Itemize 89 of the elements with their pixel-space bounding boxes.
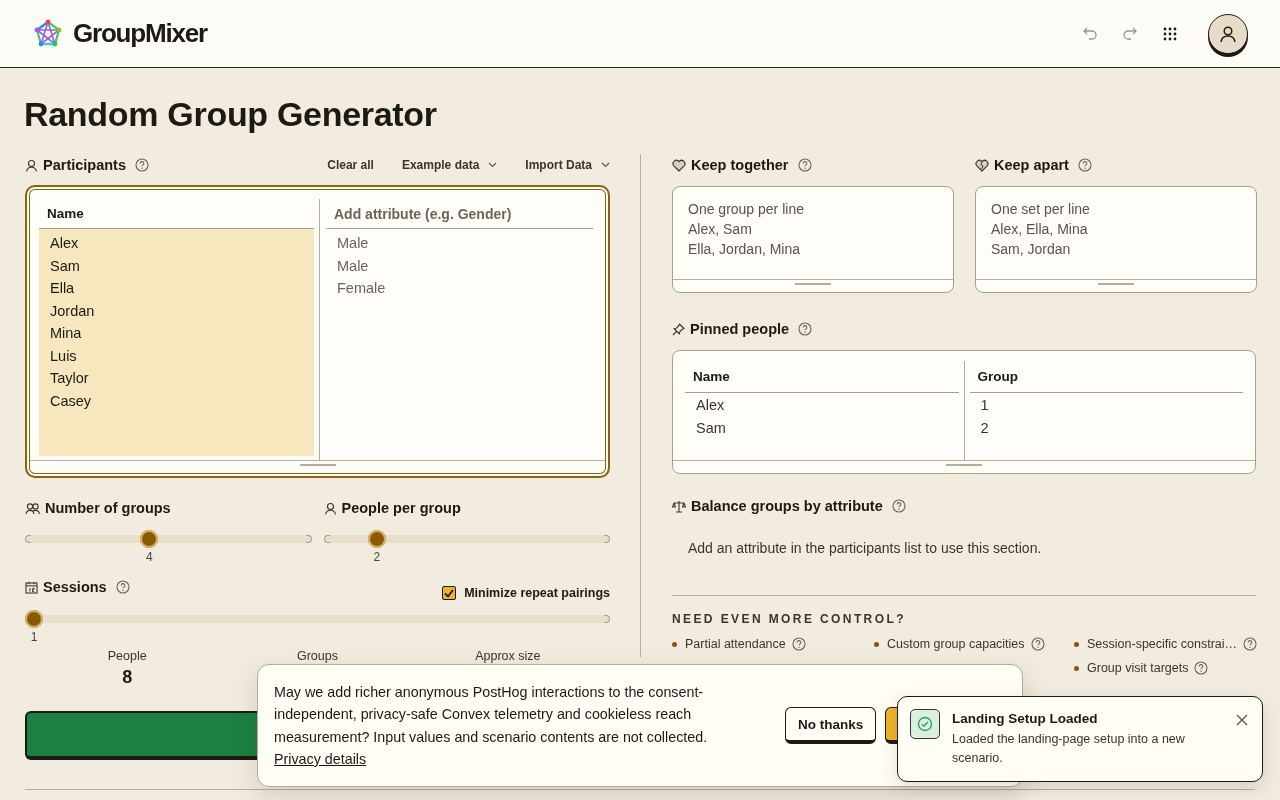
help-icon[interactable] [798,322,813,336]
section-heading: NEED EVEN MORE CONTROL? [672,612,907,626]
text-area[interactable]: One set per line Alex, Ella, Mina Sam, Jordan [975,186,1257,293]
participants-table[interactable]: Name Alex Sam Ella Jordan Mina Luis Taylor Casey Add attribute (e.g. Gender) Male Male Female [25,185,610,478]
help-icon[interactable] [1030,637,1045,651]
toolbar-button[interactable]: Example data [401,158,498,172]
checkbox[interactable] [442,586,457,600]
heart-icon [672,158,686,172]
name-entry[interactable]: Taylor [50,367,303,390]
table-cell[interactable]: 2 [969,416,1243,439]
name-entry[interactable]: Luis [50,344,303,367]
stat-label: Groups [296,649,339,663]
attribute-field[interactable]: Add attribute (e.g. Gender) [326,199,593,229]
chevron-down-icon [601,162,610,168]
privacy-link[interactable]: Privacy details [274,751,367,767]
toolbar-button[interactable]: Clear all [327,158,374,172]
brand-name: GroupMixer [73,18,207,49]
slider-track[interactable] [25,530,312,548]
bullet-icon [1074,665,1079,671]
help-icon[interactable] [115,580,130,594]
slider-value: 2 [372,550,382,564]
broken-heart-icon [975,158,989,172]
stat-label: People [106,649,148,663]
name-entry[interactable]: Sam [50,254,303,277]
table-cell[interactable]: Sam [685,416,959,439]
name-entry[interactable]: Mina [50,322,303,345]
person-icon [323,501,337,515]
slider-thumb[interactable] [367,530,386,548]
logo-icon [33,18,63,49]
bullet-icon [672,641,677,647]
consent-text: May we add richer anonymous PostHog interactions to the consent-independent, privacy-safe Convex telemetry and cookieless reach measurement? Input values and scenario contents are not collected. Privacy details [274,682,709,769]
text-area[interactable]: One group per line Alex, Sam Ella, Jordan, Mina [672,186,954,293]
chevron-down-icon [488,162,498,168]
slider-track[interactable] [323,530,610,548]
section-label: Balance groups by attribute [691,498,883,514]
info-text: Add an attribute in the participants list to use this section. [687,539,1043,558]
account-button[interactable] [1208,13,1248,54]
calendar-icon [25,580,38,594]
people-icon [25,501,40,515]
toolbar-button[interactable]: Import Data [525,158,610,172]
attribute-value[interactable]: Male [337,254,582,277]
table-cell[interactable]: 1 [969,394,1243,417]
help-icon[interactable] [891,499,906,513]
slider-value: 1 [29,630,39,644]
help-icon[interactable] [135,158,149,172]
column-header: Name [685,361,959,393]
generate-button[interactable] [25,711,257,760]
person-icon [25,158,38,172]
pin-icon [672,322,685,336]
section-label: Keep together [691,157,789,173]
slider-value: 4 [145,550,154,564]
help-icon[interactable] [1077,158,1092,172]
name-entry[interactable]: Casey [50,389,303,412]
column-header: Group [969,361,1243,393]
feature-link[interactable]: Custom group capacities [887,637,1025,651]
section-label: Pinned people [690,321,790,337]
bullet-icon [874,641,879,647]
section-label: Keep apart [994,157,1069,173]
help-icon[interactable] [1243,637,1258,651]
person-icon [1219,24,1237,43]
section-label: Sessions [43,579,107,595]
name-entry[interactable]: Ella [50,277,303,300]
feature-link[interactable]: Session-specific constrai… [1087,637,1238,651]
toast-message: Loaded the landing-page setup into a new scenario. [952,731,1186,767]
bullet-icon [1074,641,1079,647]
stat-label: Approx size [474,649,542,663]
help-icon[interactable] [797,158,812,172]
section-label: People per group [341,500,461,516]
checkbox-label: Minimize repeat pairings [464,586,610,600]
help-icon[interactable] [1194,661,1209,675]
name-entry[interactable]: Jordan [50,299,303,322]
scale-icon [672,499,686,513]
slider-thumb[interactable] [25,610,43,628]
feature-link[interactable]: Group visit targets [1087,661,1189,675]
table-cell[interactable]: Alex [685,394,959,417]
name-entry[interactable]: Alex [50,232,303,255]
stat-value: 8 [121,667,134,688]
success-icon [910,709,940,739]
decline-button[interactable]: No thanks [785,707,877,744]
slider-thumb[interactable] [140,530,159,548]
help-icon[interactable] [791,637,806,651]
slider-track[interactable] [25,610,610,628]
toast-title: Landing Setup Loaded [952,711,1099,726]
attribute-value[interactable]: Female [337,277,582,300]
section-label: Participants [43,157,126,173]
attribute-value[interactable]: Male [337,232,582,255]
feature-link[interactable]: Partial attendance [685,637,786,651]
page-title: Random Group Generator [24,94,438,134]
section-label: Number of groups [45,500,171,516]
